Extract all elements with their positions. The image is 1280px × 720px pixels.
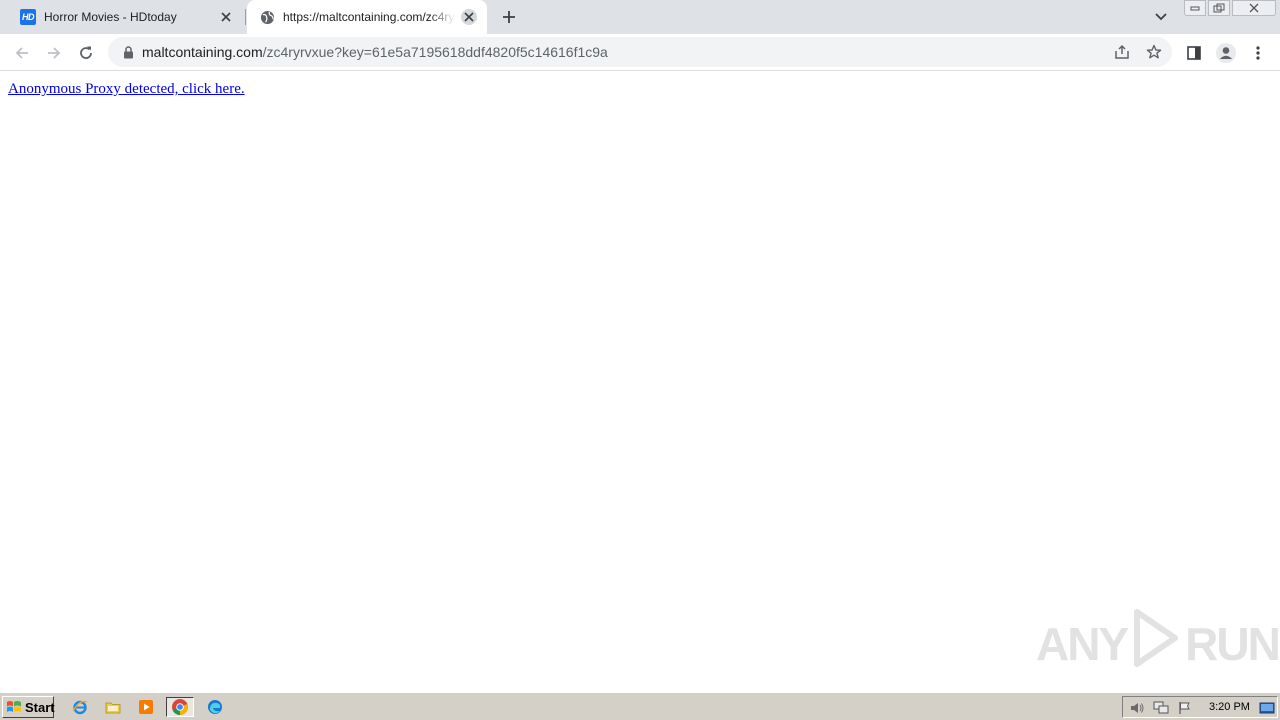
share-icon[interactable]	[1112, 42, 1132, 62]
forward-button[interactable]	[42, 41, 66, 65]
new-tab-button[interactable]	[498, 6, 520, 28]
url-text[interactable]: maltcontaining.com/zc4ryrvxue?key=61e5a7…	[142, 44, 608, 60]
network-icon[interactable]	[1153, 700, 1169, 716]
avatar-icon	[1216, 43, 1236, 63]
internet-explorer-icon[interactable]	[69, 697, 91, 717]
start-button[interactable]: Start	[2, 696, 55, 718]
restore-button[interactable]	[1208, 0, 1230, 16]
tab-maltcontaining[interactable]: https://maltcontaining.com/zc4ryrvxue?ke…	[247, 0, 487, 34]
media-player-icon[interactable]	[135, 697, 157, 717]
proxy-detected-link[interactable]: Anonymous Proxy detected, click here.	[8, 81, 245, 98]
side-panel-button[interactable]	[1182, 41, 1206, 65]
tab-separator	[245, 9, 246, 25]
file-explorer-icon[interactable]	[102, 697, 124, 717]
lock-icon[interactable]	[120, 44, 136, 60]
profile-button[interactable]	[1214, 41, 1238, 65]
address-bar[interactable]: maltcontaining.com/zc4ryrvxue?key=61e5a7…	[108, 37, 1172, 67]
kebab-menu-icon	[1256, 46, 1260, 60]
system-tray: 3:20 PM	[1122, 696, 1278, 718]
browser-toolbar: maltcontaining.com/zc4ryrvxue?key=61e5a7…	[0, 34, 1280, 71]
start-label: Start	[25, 699, 55, 715]
watermark-text-left: ANY	[1036, 617, 1129, 670]
action-center-flag-icon[interactable]	[1177, 700, 1193, 716]
tab-strip: HD Horror Movies - HDtoday https://maltc…	[0, 0, 1280, 34]
volume-icon[interactable]	[1129, 700, 1145, 716]
watermark-text-right: RUN	[1185, 617, 1280, 670]
globe-icon	[259, 9, 275, 25]
menu-button[interactable]	[1246, 41, 1270, 65]
page-content: Anonymous Proxy detected, click here. AN…	[0, 72, 1280, 692]
close-tab-icon[interactable]	[218, 9, 234, 25]
edge-icon[interactable]	[204, 697, 226, 717]
play-logo-icon	[1131, 608, 1181, 679]
clock[interactable]: 3:20 PM	[1209, 701, 1250, 713]
minimize-button[interactable]	[1184, 0, 1206, 16]
windows-flag-icon	[6, 700, 22, 714]
hdtoday-favicon-icon: HD	[20, 9, 36, 25]
arrow-right-icon	[48, 47, 61, 59]
back-button[interactable]	[10, 41, 34, 65]
taskbar: Start 3:20 PM	[0, 692, 1280, 720]
bookmark-star-icon[interactable]	[1144, 42, 1164, 62]
tab-hdtoday[interactable]: HD Horror Movies - HDtoday	[8, 0, 244, 34]
reload-button[interactable]	[74, 41, 98, 65]
reload-icon	[80, 46, 92, 59]
tab-title: https://maltcontaining.com/zc4ryrvxue?ke…	[283, 10, 455, 24]
close-window-button[interactable]	[1232, 0, 1276, 16]
arrow-left-icon	[15, 47, 28, 59]
url-domain: maltcontaining.com	[142, 44, 263, 60]
close-tab-icon[interactable]	[461, 9, 477, 25]
url-path: /zc4ryrvxue?key=61e5a7195618ddf4820f5c14…	[262, 44, 608, 60]
chevron-down-icon[interactable]	[1151, 7, 1171, 27]
tab-title: Horror Movies - HDtoday	[44, 10, 177, 24]
anyrun-watermark: ANY RUN	[1036, 608, 1280, 679]
side-panel-icon	[1187, 46, 1201, 60]
chrome-taskbar-icon[interactable]	[166, 697, 194, 717]
show-desktop-icon[interactable]	[1259, 700, 1275, 716]
